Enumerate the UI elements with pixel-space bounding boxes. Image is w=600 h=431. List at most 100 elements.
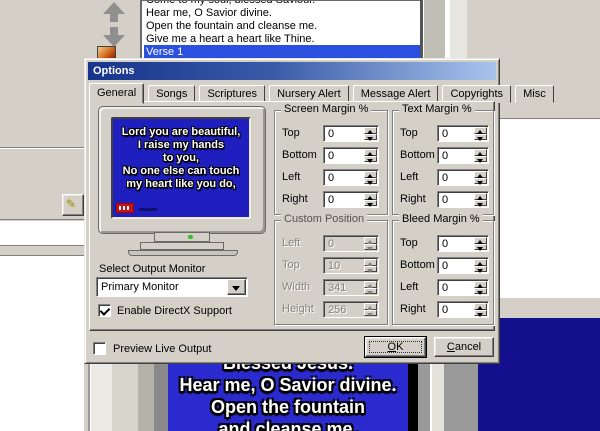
monitor-base — [140, 242, 224, 250]
tab-misc[interactable]: Misc — [515, 85, 554, 103]
directx-label: Enable DirectX Support — [117, 305, 232, 317]
field-label: Right — [400, 193, 426, 205]
directx-checkbox[interactable] — [98, 304, 111, 317]
screen-margin-left-field[interactable]: 0 — [323, 169, 379, 186]
list-line[interactable]: Open the fountain and cleanse me. — [146, 20, 422, 33]
spin-down-button[interactable] — [474, 265, 487, 272]
bleed-margin-bottom-field[interactable]: 0 — [437, 257, 489, 274]
group-screen-margin: Screen Margin % Top 0 Bottom 0 Left 0 Ri… — [274, 103, 388, 215]
group-title: Custom Position — [281, 213, 368, 225]
preview-live-label: Preview Live Output — [113, 343, 212, 355]
cancel-button[interactable]: Cancel — [434, 337, 494, 357]
spin-down-button[interactable] — [474, 155, 487, 162]
field-label: Bottom — [282, 149, 317, 161]
spin-down-button[interactable] — [474, 133, 487, 140]
custom-top-field: 10 — [323, 257, 379, 274]
group-custom-position: Custom Position Left 0 Top 10 Width 341 … — [274, 213, 388, 325]
move-up-button[interactable] — [99, 2, 129, 24]
field-label: Height — [282, 303, 314, 315]
preview-live-checkbox[interactable] — [93, 342, 106, 355]
power-led — [188, 235, 193, 239]
output-monitor-label: Select Output Monitor — [99, 263, 206, 275]
edit-tool-button[interactable]: ✎ — [62, 194, 84, 216]
field-label: Right — [282, 193, 308, 205]
spin-down-button[interactable] — [474, 287, 487, 294]
combo-dropdown-button[interactable] — [227, 279, 246, 295]
list-item-selected[interactable]: Verse 1 — [144, 45, 422, 59]
field-label: Top — [400, 127, 418, 139]
left-white-row — [0, 221, 84, 245]
spin-down-button[interactable] — [364, 199, 377, 206]
field-label: Right — [400, 303, 426, 315]
spin-down-button — [364, 243, 377, 250]
preview-screen: Lord you are beautiful, I raise my hands… — [111, 117, 251, 219]
ok-button[interactable]: OK — [365, 337, 426, 357]
right-white-panel — [500, 118, 600, 298]
field-label: Left — [282, 237, 301, 249]
spin-down-button[interactable] — [474, 309, 487, 316]
output-monitor-select[interactable]: Primary Monitor — [96, 277, 248, 297]
screen: ✎ Come to my soul, blessed Saviour. Hear… — [0, 0, 600, 431]
bleed-margin-top-field[interactable]: 0 — [437, 235, 489, 252]
monitor-foot — [128, 250, 238, 256]
text-margin-bottom-field[interactable]: 0 — [437, 147, 489, 164]
preview-monitor: Lord you are beautiful, I raise my hands… — [98, 106, 266, 234]
spin-down-button — [364, 265, 377, 272]
preview-lyrics: Lord you are beautiful, I raise my hands… — [121, 126, 241, 190]
left-panel-groove-hl — [0, 148, 84, 149]
frame-col-light — [90, 362, 114, 431]
group-title: Bleed Margin % — [399, 213, 483, 225]
screen-margin-right-field[interactable]: 0 — [323, 191, 379, 208]
list-scrollbar[interactable] — [423, 0, 446, 58]
left-white-area — [0, 256, 84, 431]
spin-down-button[interactable] — [474, 243, 487, 250]
output-monitor-value: Primary Monitor — [101, 281, 179, 293]
spin-down-button[interactable] — [364, 155, 377, 162]
panel-strip — [450, 0, 467, 58]
custom-left-field: 0 — [323, 235, 379, 252]
text-margin-right-field[interactable]: 0 — [437, 191, 489, 208]
spin-down-button — [364, 309, 377, 316]
bleed-margin-right-field[interactable]: 0 — [437, 301, 489, 318]
text-margin-left-field[interactable]: 0 — [437, 169, 489, 186]
field-label: Bottom — [400, 259, 435, 271]
group-title: Screen Margin % — [281, 103, 372, 115]
logo-badge — [116, 203, 134, 213]
frame-col-mid — [112, 362, 139, 431]
field-label: Width — [282, 281, 311, 293]
field-label: Top — [282, 259, 300, 271]
spin-down-button[interactable] — [474, 177, 487, 184]
custom-width-field: 341 — [323, 279, 379, 296]
tab-general[interactable]: General — [89, 83, 145, 104]
pencil-icon: ✎ — [66, 197, 77, 211]
screen-margin-top-field[interactable]: 0 — [323, 125, 379, 142]
screen-margin-bottom-field[interactable]: 0 — [323, 147, 379, 164]
custom-height-field: 256 — [323, 301, 379, 318]
tab-strip: General Songs Scriptures Nursery Alert M… — [89, 82, 554, 104]
field-label: Left — [400, 281, 419, 293]
field-label: Top — [282, 127, 300, 139]
dialog-titlebar[interactable]: Options — [88, 62, 496, 80]
spin-down-button[interactable] — [364, 133, 377, 140]
spin-down-button[interactable] — [474, 199, 487, 206]
options-dialog: Options General Songs Scriptures Nursery… — [84, 58, 554, 364]
song-lyrics-list[interactable]: Come to my soul, blessed Saviour. Hear m… — [140, 0, 422, 59]
list-line[interactable]: Hear me, O Savior divine. — [146, 7, 422, 20]
tab-page-general: Lord you are beautiful, I raise my hands… — [89, 101, 495, 331]
dialog-title: Options — [93, 65, 135, 77]
up-arrow-icon — [103, 2, 125, 14]
field-label: Left — [400, 171, 419, 183]
frame-col-shadow — [154, 362, 168, 431]
left-band — [0, 246, 84, 255]
group-bleed-margin: Bleed Margin % Top 0 Bottom 0 Left 0 Rig… — [392, 213, 494, 325]
badge-caption — [139, 208, 157, 211]
field-label: Bottom — [400, 149, 435, 161]
bleed-margin-left-field[interactable]: 0 — [437, 279, 489, 296]
spin-down-button[interactable] — [364, 177, 377, 184]
monitor-neck — [154, 232, 210, 242]
left-toolbar-edge — [0, 219, 84, 220]
field-label: Top — [400, 237, 418, 249]
spin-down-button — [364, 287, 377, 294]
text-margin-top-field[interactable]: 0 — [437, 125, 489, 142]
group-text-margin: Text Margin % Top 0 Bottom 0 Left 0 Righ… — [392, 103, 494, 215]
